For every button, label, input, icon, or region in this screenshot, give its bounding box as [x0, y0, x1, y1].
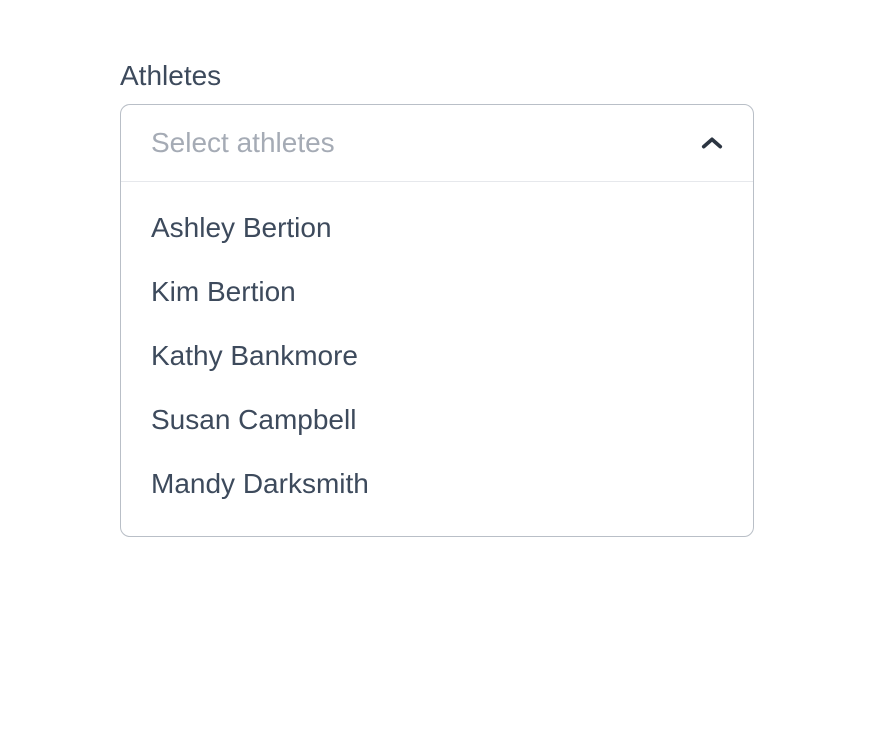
select-option[interactable]: Kim Bertion [121, 260, 753, 324]
select-header[interactable]: Select athletes [121, 105, 753, 181]
athletes-select[interactable]: Select athletes Ashley Bertion Kim Berti… [120, 104, 754, 537]
select-option[interactable]: Mandy Darksmith [121, 452, 753, 516]
select-option[interactable]: Susan Campbell [121, 388, 753, 452]
field-label: Athletes [120, 60, 760, 92]
select-option[interactable]: Ashley Bertion [121, 196, 753, 260]
select-options-list: Ashley Bertion Kim Bertion Kathy Bankmor… [121, 182, 753, 536]
select-option[interactable]: Kathy Bankmore [121, 324, 753, 388]
chevron-up-icon [701, 132, 723, 154]
select-placeholder: Select athletes [151, 127, 335, 159]
